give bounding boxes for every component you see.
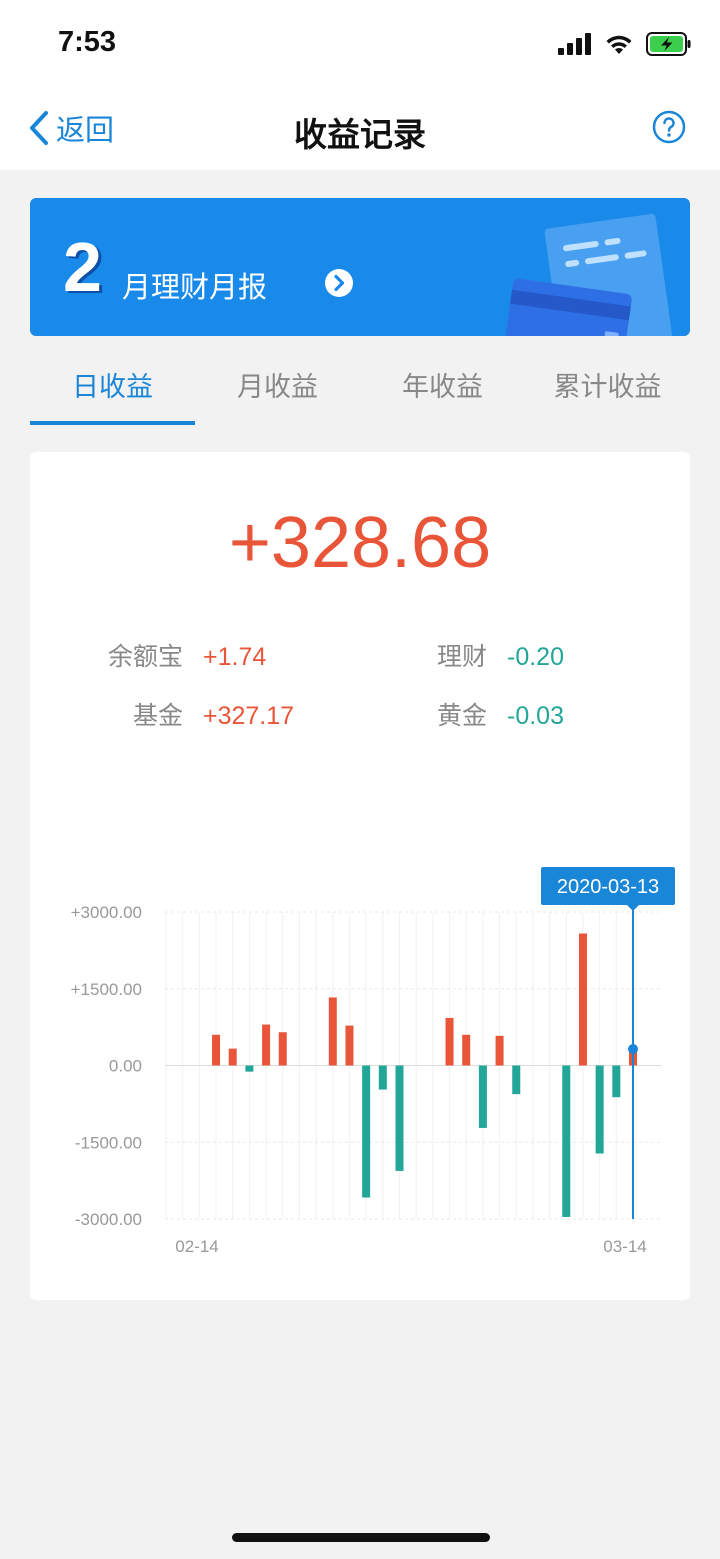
report-illustration-icon bbox=[504, 213, 673, 336]
chart-bar bbox=[445, 1017, 454, 1066]
chart-bar bbox=[512, 1065, 521, 1095]
breakdown-gold: 黄金 -0.03 bbox=[387, 696, 564, 732]
chart-bar bbox=[578, 933, 587, 1066]
y-tick-label: +3000.00 bbox=[71, 903, 142, 922]
y-tick-label: -1500.00 bbox=[75, 1133, 142, 1152]
selection-dot bbox=[628, 1044, 638, 1054]
earnings-tabs: 日收益 月收益 年收益 累计收益 bbox=[30, 355, 690, 425]
chart-bar bbox=[328, 997, 337, 1066]
breakdown-value: +327.17 bbox=[203, 702, 295, 730]
breakdown-wealth: 理财 -0.20 bbox=[387, 637, 564, 673]
breakdown-label: 余额宝 bbox=[107, 642, 183, 671]
tab-monthly[interactable]: 月收益 bbox=[195, 355, 360, 425]
chart-bar bbox=[495, 1035, 504, 1066]
breakdown-value: +1.74 bbox=[203, 643, 267, 671]
cellular-signal-icon bbox=[558, 33, 591, 55]
tooltip-pointer bbox=[627, 905, 639, 911]
monthly-report-banner[interactable]: 2 月理财月报 bbox=[30, 198, 690, 336]
total-earnings: +328.68 bbox=[228, 503, 492, 583]
breakdown-label: 理财 bbox=[436, 642, 487, 671]
battery-charging-icon bbox=[646, 32, 691, 56]
selected-date-label: 2020-03-13 bbox=[557, 876, 659, 898]
chart-bar bbox=[362, 1065, 371, 1198]
chart-bar bbox=[595, 1065, 604, 1154]
y-tick-label: -3000.00 bbox=[75, 1210, 142, 1229]
page-title: 收益记录 bbox=[294, 115, 426, 154]
breakdown-value: -0.20 bbox=[507, 643, 564, 671]
chart-bar bbox=[562, 1065, 571, 1217]
help-icon[interactable] bbox=[652, 110, 686, 144]
earnings-card: +328.68 余额宝 +1.74 理财 -0.20 基金 +327.17 黄金 -0.… bbox=[30, 452, 690, 1300]
status-bar: 7:53 bbox=[0, 0, 720, 88]
chart-bar bbox=[278, 1032, 287, 1066]
chart-bar bbox=[462, 1034, 471, 1066]
chart-bar bbox=[395, 1065, 404, 1171]
status-time: 7:53 bbox=[58, 26, 117, 58]
chart-bar bbox=[345, 1025, 354, 1066]
chart-bar bbox=[478, 1065, 487, 1128]
breakdown-label: 黄金 bbox=[436, 701, 487, 730]
chart-bar bbox=[612, 1065, 621, 1098]
breakdown-label: 基金 bbox=[132, 701, 183, 730]
chart-bar bbox=[212, 1034, 221, 1066]
x-tick-label: 02-14 bbox=[175, 1237, 218, 1256]
breakdown-fund: 基金 +327.17 bbox=[83, 696, 294, 732]
chart-bar bbox=[228, 1048, 237, 1066]
tab-cumulative[interactable]: 累计收益 bbox=[525, 355, 690, 425]
banner-label: 月理财月报 bbox=[122, 270, 268, 304]
chart-bar bbox=[378, 1065, 387, 1090]
status-icons bbox=[558, 30, 692, 58]
daily-earnings-chart[interactable]: +3000.00 +1500.00 0.00 -1500.00 -3000.00 02-1… bbox=[30, 852, 690, 1272]
chart-bar bbox=[262, 1024, 271, 1066]
banner-month: 2 bbox=[63, 228, 102, 306]
wifi-icon bbox=[606, 35, 632, 54]
breakdown-yuebao: 余额宝 +1.74 bbox=[83, 637, 266, 673]
nav-bar: 返回 收益记录 bbox=[0, 88, 720, 170]
home-indicator bbox=[232, 1533, 490, 1542]
chevron-right-circle-icon bbox=[325, 269, 353, 297]
tab-daily[interactable]: 日收益 bbox=[30, 355, 195, 425]
tab-yearly[interactable]: 年收益 bbox=[360, 355, 525, 425]
breakdown-value: -0.03 bbox=[507, 702, 564, 730]
chart-bar bbox=[245, 1065, 254, 1072]
y-tick-label: 0.00 bbox=[109, 1057, 142, 1076]
x-tick-label: 03-14 bbox=[603, 1237, 646, 1256]
y-tick-label: +1500.00 bbox=[71, 980, 142, 999]
